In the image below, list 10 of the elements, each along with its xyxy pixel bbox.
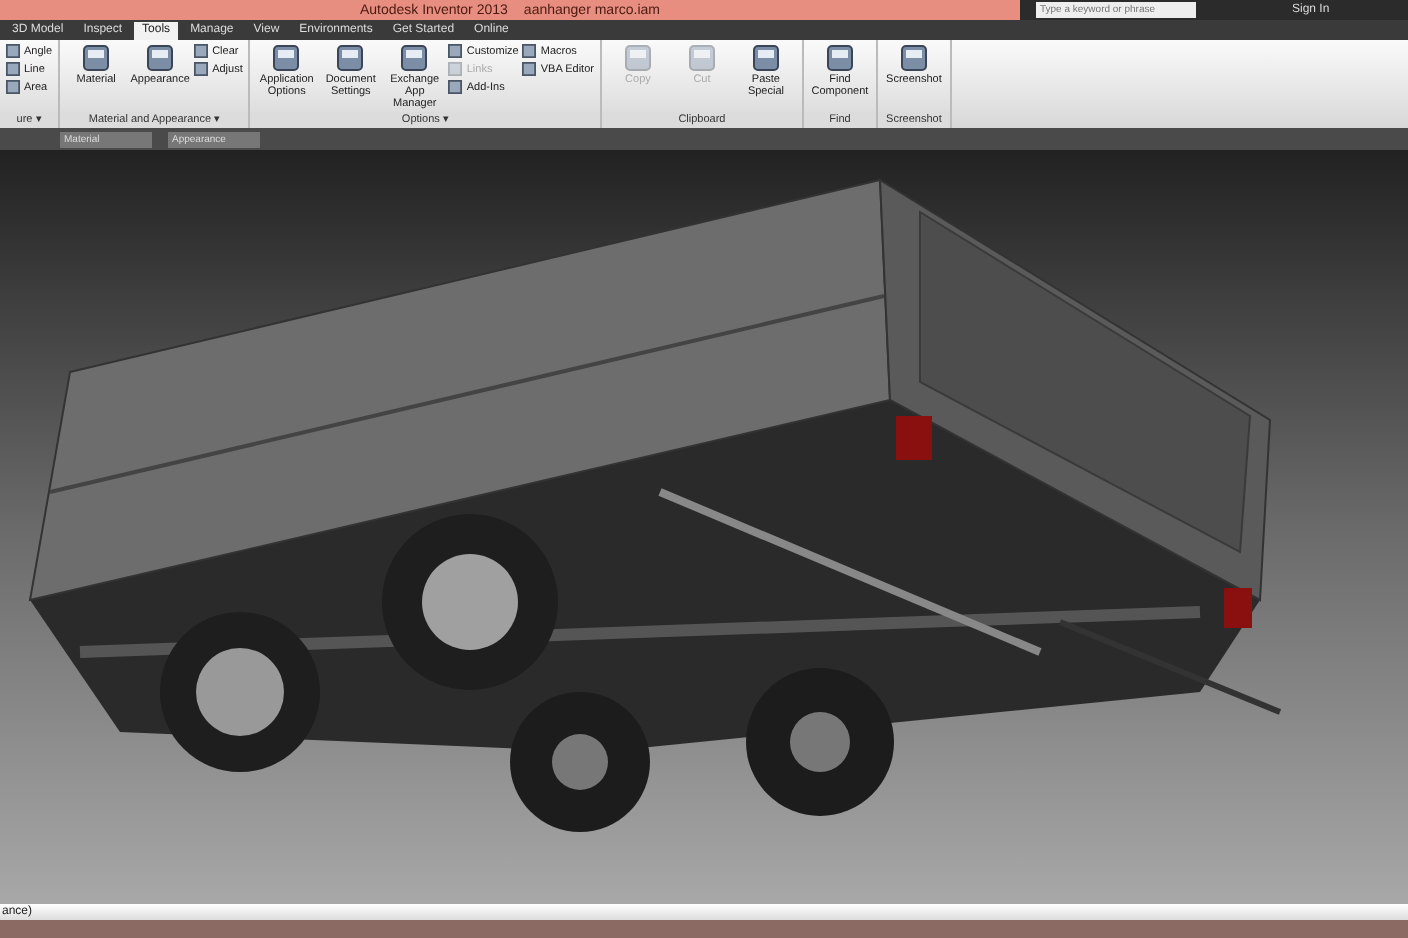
- tool-icon: [82, 44, 111, 72]
- tool-icon: [146, 44, 175, 72]
- tool-icon: [272, 44, 301, 72]
- tool-icon: [336, 44, 365, 72]
- tool-icon: [687, 44, 716, 72]
- tool-icon: [751, 44, 780, 72]
- tool-icon: [400, 44, 429, 72]
- tool-icon: [899, 44, 928, 72]
- tool-icon: [623, 44, 652, 72]
- tool-icon: [825, 44, 854, 72]
